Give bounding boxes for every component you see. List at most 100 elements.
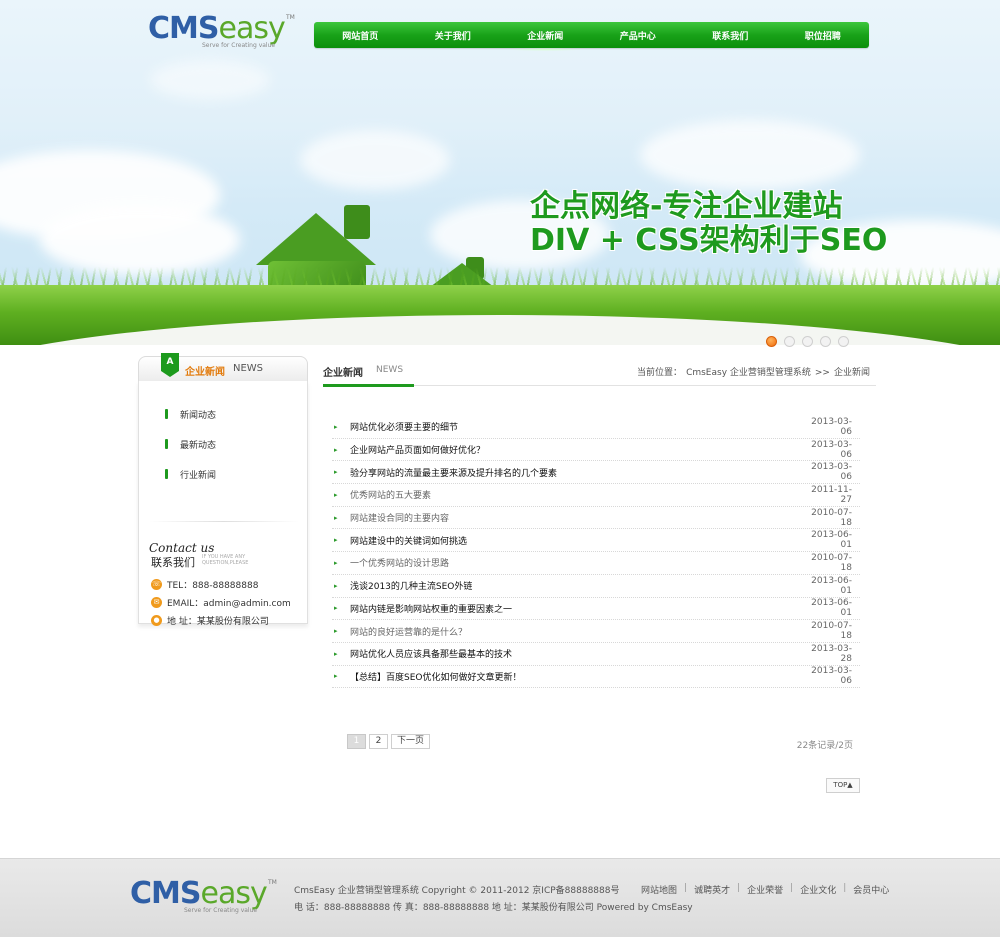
contact-tel-text: TEL：888-88888888 [167, 581, 259, 591]
news-row[interactable]: ▸ 网站的良好运营靠的是什么？ 2010-07-18 [332, 620, 860, 643]
cloud-decoration [40, 205, 240, 275]
sidebar-header: A 企业新闻 NEWS [138, 353, 308, 382]
main-nav: 网站首页 关于我们 企业新闻 产品中心 联系我们 职位招聘 [314, 22, 869, 51]
news-row[interactable]: ▸ 网站建设中的关键词如何挑选 2013-06-01 [332, 529, 860, 553]
news-title-link[interactable]: 验分享网站的流量最主要来源及提升排名的几个要素 [350, 466, 800, 479]
nav-contact[interactable]: 联系我们 [706, 29, 754, 42]
slider-dot-1[interactable] [766, 336, 777, 347]
news-date: 2013-03-06 [811, 666, 852, 687]
location-pin-icon: ● [151, 615, 162, 626]
page-button-2[interactable]: 2 [369, 734, 388, 749]
slider-dot-4[interactable] [820, 336, 831, 347]
news-date: 2013-03-06 [811, 416, 852, 437]
news-row[interactable]: ▸ 浅谈2013的几种主流SEO外链 2013-06-01 [332, 575, 860, 598]
content-header: 企业新闻 NEWS 当前位置： CmsEasy 企业营销型管理系统 >> 企业新闻 [323, 360, 876, 387]
footer-logo-tagline: Serve for Creating value [184, 907, 258, 914]
sidebar-item-news-updates[interactable]: 新闻动态 [165, 399, 216, 429]
news-date: 2013-03-28 [811, 643, 852, 664]
footer-separator: | [684, 883, 688, 893]
footer-logo[interactable]: CMSeasy TM Serve for Creating value [130, 879, 280, 919]
nav-home[interactable]: 网站首页 [336, 29, 384, 42]
sidebar-menu: 新闻动态 最新动态 行业新闻 [165, 399, 216, 489]
news-row[interactable]: ▸ 网站优化必须要主要的细节 2013-03-06 [332, 416, 860, 439]
logo-brand-main: CMS [148, 11, 219, 46]
nav-jobs[interactable]: 职位招聘 [799, 29, 847, 42]
title-underline [323, 384, 414, 387]
contact-heading-cn: 联系我们 [151, 556, 195, 569]
news-title-link[interactable]: 企业网站产品页面如何做好优化？ [350, 443, 800, 456]
footer-contact: 电 话：888-88888888 传 真：888-88888888 地 址：某某… [294, 903, 693, 913]
news-row[interactable]: ▸ 网站优化人员应该具备那些最基本的技术 2013-03-28 [332, 643, 860, 666]
news-row[interactable]: ▸ 优秀网站的五大要素 2011-11-27 [332, 484, 860, 507]
breadcrumb-separator: >> [814, 368, 830, 378]
contact-address: ● 地 址：某某股份有限公司 [151, 614, 269, 627]
news-date: 2010-07-18 [811, 552, 852, 573]
footer-link-careers[interactable]: 诚聘英才 [694, 883, 730, 896]
footer-separator: | [737, 883, 741, 893]
footer-link-members[interactable]: 会员中心 [853, 883, 889, 896]
slider-dot-3[interactable] [802, 336, 813, 347]
arrow-bullet-icon: ▸ [334, 604, 338, 613]
footer-copyright: CmsEasy 企业营销型管理系统 Copyright © 2011-2012 … [294, 886, 620, 896]
sidebar-title-en: NEWS [233, 363, 264, 374]
news-title-link[interactable]: 网站优化必须要主要的细节 [350, 420, 800, 433]
footer-link-culture[interactable]: 企业文化 [800, 883, 836, 896]
logo-trademark: TM [286, 14, 295, 21]
arrow-bullet-icon: ▸ [334, 468, 338, 477]
banner-slogan-line2: DIV + CSS架构利于SEO [530, 223, 888, 258]
arrow-bullet-icon: ▸ [334, 558, 338, 567]
nav-about[interactable]: 关于我们 [429, 29, 477, 42]
arrow-bullet-icon: ▸ [334, 536, 338, 545]
news-row[interactable]: ▸ 验分享网站的流量最主要来源及提升排名的几个要素 2013-03-06 [332, 461, 860, 485]
news-date: 2011-11-27 [811, 484, 852, 505]
pagination: 1 2 下一页 [347, 734, 431, 749]
footer-separator: | [843, 883, 847, 893]
news-title-link[interactable]: 网站建设中的关键词如何挑选 [350, 534, 800, 547]
cloud-decoration [150, 60, 270, 100]
arrow-bullet-icon: ▸ [334, 513, 338, 522]
next-page-button[interactable]: 下一页 [391, 734, 431, 749]
arrow-bullet-icon: ▸ [334, 422, 338, 431]
back-to-top-button[interactable]: TOP▲ [826, 778, 860, 793]
nav-news[interactable]: 企业新闻 [507, 29, 584, 51]
footer-separator: | [790, 883, 794, 893]
news-date: 2013-06-01 [811, 575, 852, 596]
news-title-link[interactable]: 浅谈2013的几种主流SEO外链 [350, 579, 800, 592]
site-logo[interactable]: CMSeasy TM Serve for Creating value [148, 14, 298, 54]
news-row[interactable]: ▸ 一个优秀网站的设计思路 2010-07-18 [332, 552, 860, 575]
mail-icon: ✉ [151, 597, 162, 608]
news-title-link[interactable]: 优秀网站的五大要素 [350, 488, 800, 501]
news-row[interactable]: ▸ 【总结】百度SEO优化如何做好文章更新！ 2013-03-06 [332, 666, 860, 689]
arrow-bullet-icon: ▸ [334, 581, 338, 590]
footer-links: 网站地图 | 诚聘英才 | 企业荣誉 | 企业文化 | 会员中心 [641, 883, 889, 896]
footer-link-sitemap[interactable]: 网站地图 [641, 883, 677, 896]
news-title-link[interactable]: 【总结】百度SEO优化如何做好文章更新！ [350, 670, 800, 683]
news-title-link[interactable]: 网站的良好运营靠的是什么？ [350, 625, 800, 638]
breadcrumb-site[interactable]: CmsEasy 企业营销型管理系统 [686, 368, 811, 378]
arrow-bullet-icon: ▸ [334, 672, 338, 681]
footer-link-honors[interactable]: 企业荣誉 [747, 883, 783, 896]
sidebar-item-industry-news[interactable]: 行业新闻 [165, 459, 216, 489]
page-button-1[interactable]: 1 [347, 734, 366, 749]
arrow-bullet-icon: ▸ [334, 490, 338, 499]
sidebar: A 企业新闻 NEWS 新闻动态 最新动态 行业新闻 Contact us 联系… [138, 353, 308, 627]
sidebar-item-latest-updates[interactable]: 最新动态 [165, 429, 216, 459]
news-row[interactable]: ▸ 企业网站产品页面如何做好优化？ 2013-03-06 [332, 439, 860, 462]
sidebar-title: 企业新闻 [185, 367, 225, 378]
news-title-link[interactable]: 网站内链是影响网站权重的重要因素之一 [350, 602, 800, 615]
nav-products[interactable]: 产品中心 [614, 29, 662, 42]
record-summary: 22条记录/2页 [796, 741, 853, 751]
news-title-link[interactable]: 网站优化人员应该具备那些最基本的技术 [350, 647, 800, 660]
news-row[interactable]: ▸ 网站建设合同的主要内容 2010-07-18 [332, 507, 860, 530]
breadcrumb-current[interactable]: 企业新闻 [834, 368, 870, 378]
sidebar-badge: A [161, 353, 179, 377]
slider-dot-5[interactable] [838, 336, 849, 347]
slider-dot-2[interactable] [784, 336, 795, 347]
page-title: 企业新闻 [323, 368, 363, 379]
news-row[interactable]: ▸ 网站内链是影响网站权重的重要因素之一 2013-06-01 [332, 598, 860, 621]
banner-slogan: 企点网络-专注企业建站 DIV + CSS架构利于SEO [530, 190, 887, 258]
bullet-bar-icon [165, 469, 168, 479]
cloud-decoration [640, 120, 860, 190]
news-title-link[interactable]: 网站建设合同的主要内容 [350, 511, 800, 524]
news-title-link[interactable]: 一个优秀网站的设计思路 [350, 556, 800, 569]
